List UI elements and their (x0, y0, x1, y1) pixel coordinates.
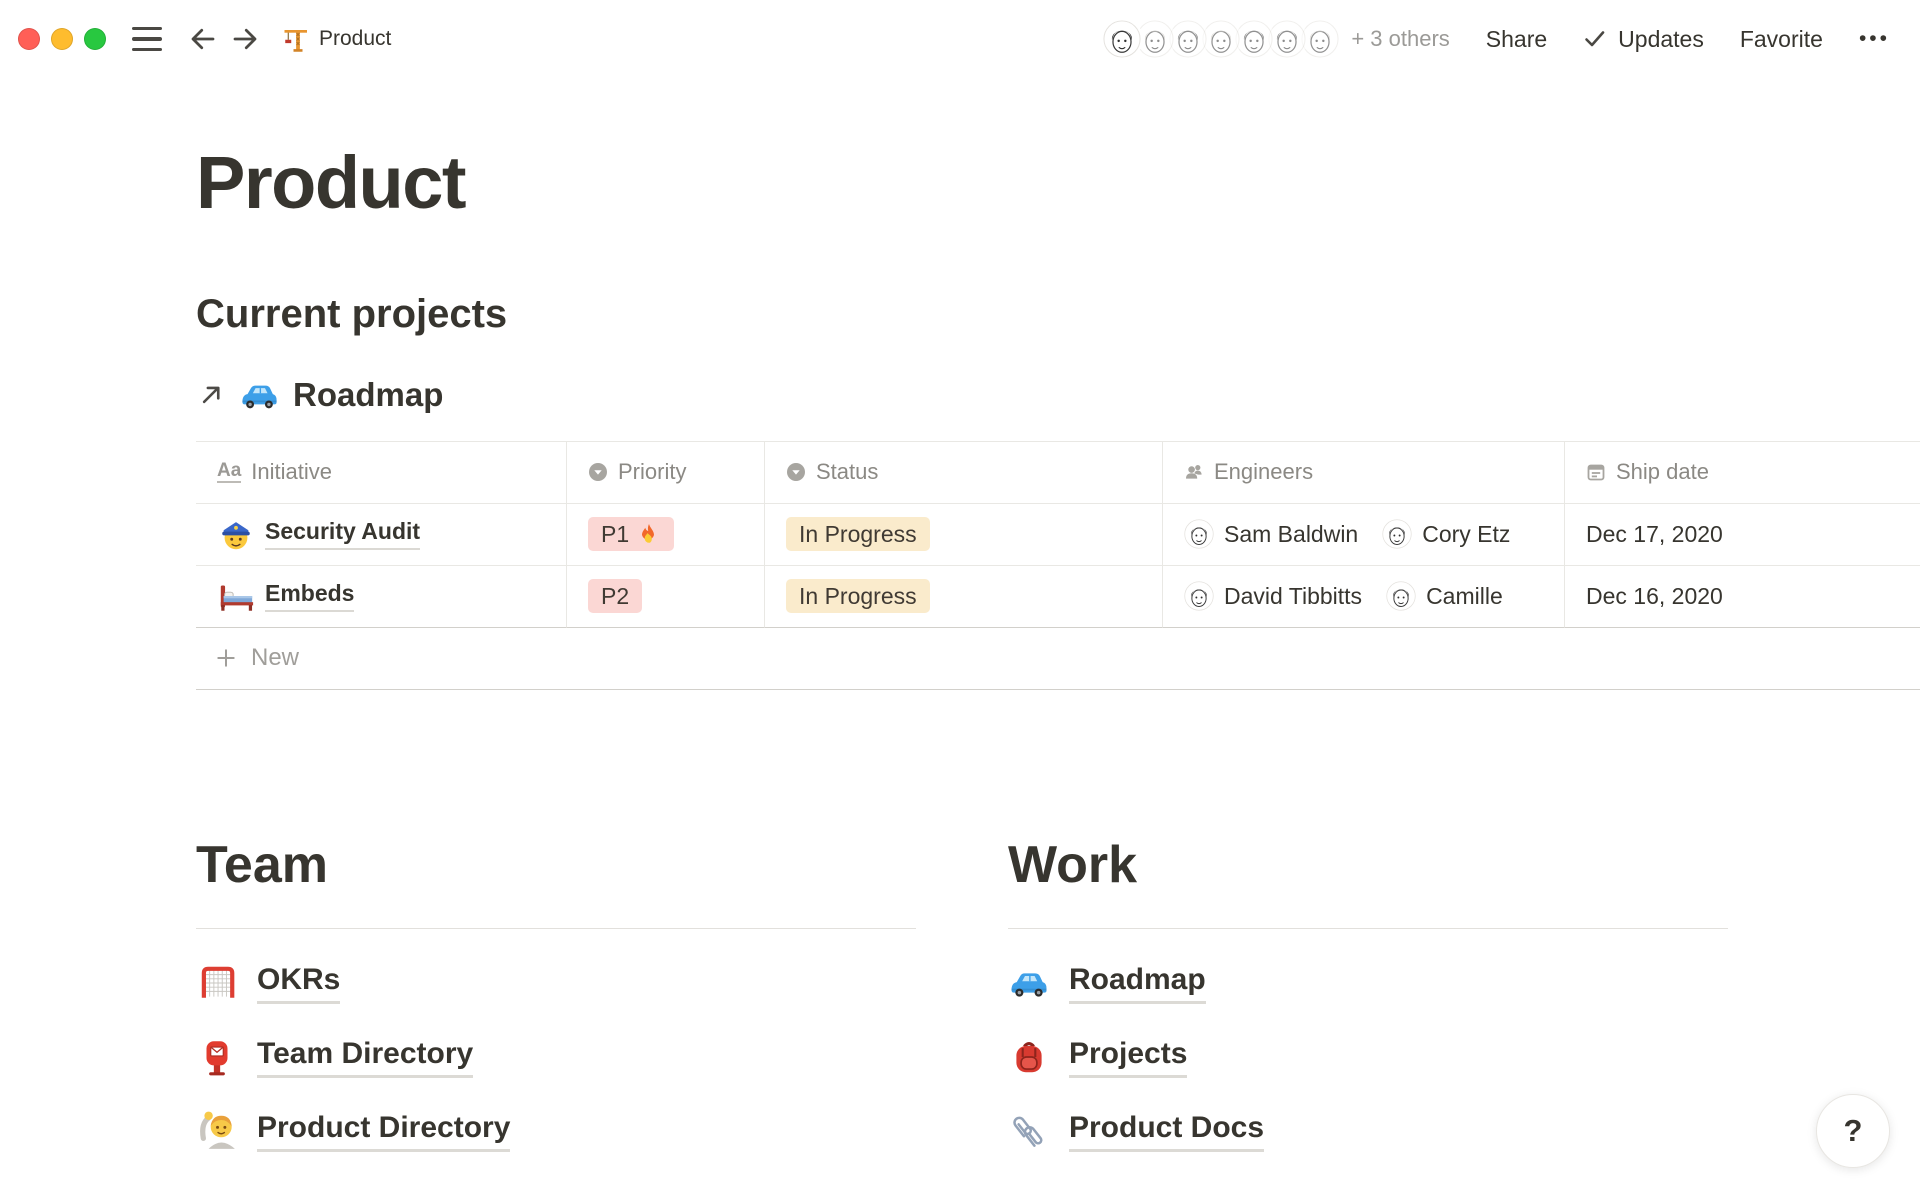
forward-button[interactable] (228, 22, 262, 56)
team-heading: Team (196, 838, 916, 893)
zoom-window-button[interactable] (84, 28, 106, 50)
blue-car-icon (1008, 964, 1050, 1002)
current-projects-heading: Current projects (196, 292, 1920, 336)
topbar-actions: + 3 others Share Updates Favorite ••• (1103, 20, 1890, 58)
team-links: OKRs Team Directory Product Directory (196, 946, 916, 1168)
column-header-status[interactable]: Status (765, 442, 1163, 504)
team-section: Team OKRs Team Directory Product Directo… (196, 838, 916, 1169)
avatar[interactable] (1268, 20, 1306, 58)
initiative-cell[interactable]: Security Audit (196, 504, 567, 566)
sidebar-menu-icon[interactable] (132, 27, 162, 52)
avatar (1386, 581, 1416, 611)
close-window-button[interactable] (18, 28, 40, 50)
help-button[interactable]: ? (1816, 1094, 1890, 1168)
avatar (1184, 581, 1214, 611)
column-header-priority[interactable]: Priority (567, 442, 765, 504)
status-cell[interactable]: In Progress (765, 566, 1163, 628)
priority-cell[interactable]: P2 (567, 566, 765, 628)
breadcrumb[interactable]: Product (280, 24, 391, 54)
avatar[interactable] (1169, 20, 1207, 58)
more-viewers-label[interactable]: + 3 others (1351, 26, 1449, 52)
divider (196, 928, 916, 929)
security-audit-link[interactable]: Security Audit (265, 518, 420, 550)
date-property-icon (1586, 462, 1606, 482)
ship-date-cell[interactable]: Dec 16, 2020 (1565, 566, 1920, 628)
roadmap-link-label: Roadmap (293, 376, 443, 414)
share-button[interactable]: Share (1486, 26, 1547, 53)
product-directory-link[interactable]: Product Directory (196, 1094, 916, 1168)
team-directory-link[interactable]: Team Directory (196, 1020, 916, 1094)
work-links: Roadmap Projects Product Docs (1008, 946, 1728, 1168)
work-heading: Work (1008, 838, 1728, 893)
select-property-icon (588, 462, 608, 482)
table-header-row: Aa Initiative Priority Status Engineers (196, 442, 1920, 504)
backpack-icon (1008, 1036, 1050, 1078)
product-docs-link[interactable]: Product Docs (1008, 1094, 1728, 1168)
avatar[interactable] (1202, 20, 1240, 58)
engineer: Camille (1386, 581, 1503, 611)
text-property-icon: Aa (217, 461, 241, 483)
goal-net-icon (196, 962, 238, 1004)
link-columns: Team OKRs Team Directory Product Directo… (196, 838, 1920, 1169)
priority-tag: P2 (588, 579, 642, 613)
new-row-button[interactable]: New (196, 628, 1920, 690)
people-property-icon (1184, 462, 1204, 482)
avatar (1382, 519, 1412, 549)
priority-tag: P1 (588, 517, 674, 551)
column-header-initiative[interactable]: Aa Initiative (196, 442, 567, 504)
roadmap-table: Aa Initiative Priority Status Engineers (196, 441, 1920, 690)
avatar[interactable] (1301, 20, 1339, 58)
engineer: David Tibbitts (1184, 581, 1362, 611)
divider (1008, 928, 1728, 929)
page-title: Product (196, 144, 1920, 222)
status-tag: In Progress (786, 579, 930, 613)
work-section: Work Roadmap Projects Product Docs (1008, 838, 1728, 1169)
avatar[interactable] (1235, 20, 1273, 58)
postbox-icon (196, 1036, 238, 1078)
table-row: Embeds P2 In Progress David Tibbitts Cam… (196, 566, 1920, 628)
fire-icon (637, 522, 661, 546)
police-officer-icon (217, 515, 255, 553)
okrs-link[interactable]: OKRs (196, 946, 916, 1020)
topbar: Product + 3 others Share Updates Favorit… (0, 0, 1920, 78)
select-property-icon (786, 462, 806, 482)
projects-link[interactable]: Projects (1008, 1020, 1728, 1094)
breadcrumb-title: Product (319, 27, 391, 51)
blue-car-icon (239, 376, 280, 414)
initiative-cell[interactable]: Embeds (196, 566, 567, 628)
roadmap-link[interactable]: Roadmap (1008, 946, 1728, 1020)
check-icon (1583, 27, 1607, 51)
avatar[interactable] (1136, 20, 1174, 58)
roadmap-database-link[interactable]: Roadmap (196, 376, 1920, 414)
ship-date-cell[interactable]: Dec 17, 2020 (1565, 504, 1920, 566)
column-header-ship-date[interactable]: Ship date (1565, 442, 1920, 504)
engineer: Sam Baldwin (1184, 519, 1358, 549)
plus-icon (215, 647, 237, 669)
bed-icon (217, 577, 255, 615)
construction-crane-icon (280, 24, 310, 54)
status-cell[interactable]: In Progress (765, 504, 1163, 566)
priority-cell[interactable]: P1 (567, 504, 765, 566)
minimize-window-button[interactable] (51, 28, 73, 50)
north-east-arrow-icon (196, 380, 226, 410)
status-tag: In Progress (786, 517, 930, 551)
avatar (1184, 519, 1214, 549)
back-button[interactable] (186, 22, 220, 56)
table-row: Security Audit P1 In Progress Sam Baldwi… (196, 504, 1920, 566)
engineer: Cory Etz (1382, 519, 1510, 549)
avatar[interactable] (1103, 20, 1141, 58)
more-menu-button[interactable]: ••• (1859, 27, 1890, 51)
column-header-engineers[interactable]: Engineers (1163, 442, 1565, 504)
engineers-cell[interactable]: David Tibbitts Camille (1163, 566, 1565, 628)
embeds-link[interactable]: Embeds (265, 580, 354, 612)
favorite-button[interactable]: Favorite (1740, 26, 1823, 53)
updates-button[interactable]: Updates (1583, 26, 1704, 53)
linked-paperclips-icon (1008, 1110, 1050, 1152)
page-body: Product Current projects Roadmap Aa Init… (0, 144, 1920, 1168)
engineers-cell[interactable]: Sam Baldwin Cory Etz (1163, 504, 1565, 566)
window-controls (18, 28, 106, 50)
notion-window: Product + 3 others Share Updates Favorit… (0, 0, 1920, 1200)
person-raising-hand-icon (196, 1110, 238, 1152)
viewer-avatars[interactable] (1103, 20, 1339, 58)
